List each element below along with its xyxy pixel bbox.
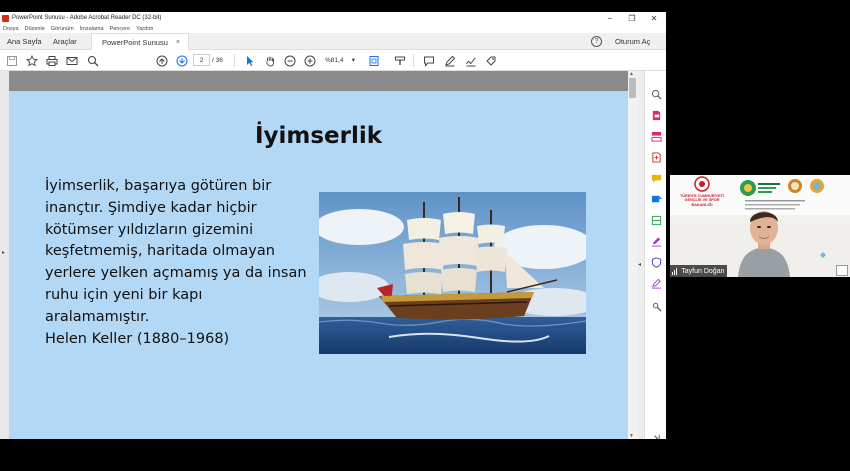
tab-home[interactable]: Ana Sayfa bbox=[7, 33, 42, 50]
body-line: inançtır. Şimdiye kadar hiçbir bbox=[45, 199, 257, 216]
video-options-icon[interactable] bbox=[836, 265, 848, 276]
expand-left-icon[interactable]: ▸ bbox=[2, 249, 5, 256]
signal-strength-icon bbox=[672, 267, 678, 275]
title-bar: PowerPoint Sunusu - Adobe Acrobat Reader… bbox=[0, 12, 666, 24]
maximize-button[interactable]: ❐ bbox=[622, 12, 642, 24]
previous-page-icon[interactable] bbox=[154, 53, 169, 68]
scan-ocr-icon[interactable] bbox=[650, 214, 662, 226]
tab-document[interactable]: PowerPoint Sunusu × bbox=[91, 33, 189, 50]
export-pdf-icon[interactable] bbox=[650, 109, 662, 121]
vertical-scrollbar[interactable]: ▲ ▼ bbox=[628, 71, 637, 439]
participant-video-tile[interactable]: TÜRKİYE CUMHURİYETİ GENÇLİK VE SPOR BAKA… bbox=[670, 175, 850, 277]
menu-help[interactable]: Yardım bbox=[136, 26, 153, 32]
toolbar-divider bbox=[413, 54, 414, 67]
share-tool-icon[interactable] bbox=[650, 193, 662, 205]
scrollbar-thumb[interactable] bbox=[629, 78, 636, 98]
participant-name: Tayfun Doğan bbox=[681, 267, 725, 275]
minimize-button[interactable]: − bbox=[600, 12, 620, 24]
screen: PowerPoint Sunusu - Adobe Acrobat Reader… bbox=[0, 0, 850, 471]
search-icon[interactable] bbox=[85, 53, 100, 68]
document-view[interactable]: ▸ İyimserlik İyimserlik, başarıya götüre… bbox=[0, 71, 644, 439]
window-title: PowerPoint Sunusu - Adobe Acrobat Reader… bbox=[12, 15, 162, 21]
body-line: kötümser yıldızların gizemini bbox=[45, 221, 254, 238]
stamp-tool-icon[interactable] bbox=[650, 277, 662, 289]
total-pages-label: / 36 bbox=[212, 56, 223, 64]
save-icon[interactable] bbox=[4, 53, 19, 68]
tools-pane bbox=[644, 71, 666, 439]
right-panel-collapse[interactable]: ◂ bbox=[637, 71, 644, 439]
sailing-ship-image bbox=[319, 192, 586, 354]
zoom-level-select[interactable]: %81,4 ▾ bbox=[322, 54, 358, 66]
slide-page: İyimserlik İyimserlik, başarıya götüren … bbox=[9, 91, 628, 439]
comment-tool-icon[interactable] bbox=[650, 172, 662, 184]
page-fit-icon[interactable] bbox=[366, 53, 381, 68]
select-cursor-icon[interactable] bbox=[242, 53, 257, 68]
tab-document-label: PowerPoint Sunusu bbox=[102, 37, 168, 47]
print-icon[interactable] bbox=[44, 53, 59, 68]
protect-shield-icon[interactable] bbox=[650, 256, 662, 268]
menu-sign[interactable]: İmzalama bbox=[80, 26, 104, 32]
collapse-right-icon[interactable]: ◂ bbox=[638, 261, 641, 268]
current-page-input[interactable]: 2 bbox=[193, 54, 210, 66]
zoom-out-icon[interactable] bbox=[282, 53, 297, 68]
next-page-icon[interactable] bbox=[174, 53, 189, 68]
fill-sign-icon[interactable] bbox=[483, 53, 498, 68]
acrobat-app-icon bbox=[2, 14, 9, 22]
tab-close-icon[interactable]: × bbox=[176, 39, 180, 46]
email-icon[interactable] bbox=[64, 53, 79, 68]
pane-collapse-icon[interactable] bbox=[650, 432, 662, 439]
body-line: aralamamıştır. bbox=[45, 308, 150, 325]
organize-pages-icon[interactable] bbox=[650, 130, 662, 142]
menu-window[interactable]: Pencere bbox=[110, 26, 131, 32]
menu-file[interactable]: Dosya bbox=[3, 26, 19, 32]
more-tools-icon[interactable] bbox=[650, 300, 662, 312]
search-tool-icon[interactable] bbox=[650, 88, 662, 100]
bookmark-star-icon[interactable] bbox=[24, 53, 39, 68]
body-line: keşfetmemiş, haritada olmayan bbox=[45, 243, 275, 260]
close-window-button[interactable]: ✕ bbox=[644, 12, 664, 24]
participant-name-bar: Tayfun Doğan bbox=[670, 265, 728, 277]
tab-tools[interactable]: Araçlar bbox=[53, 33, 77, 50]
body-line: İyimserlik, başarıya götüren bir bbox=[45, 178, 272, 194]
slide-title: İyimserlik bbox=[254, 123, 383, 149]
menu-view[interactable]: Görünüm bbox=[51, 26, 74, 32]
zoom-in-icon[interactable] bbox=[302, 53, 317, 68]
help-icon[interactable]: ? bbox=[591, 36, 602, 47]
menu-bar: Dosya Düzenle Görünüm İmzalama Pencere Y… bbox=[0, 24, 666, 33]
sign-in-link[interactable]: Oturum Aç bbox=[615, 33, 650, 50]
sign-icon[interactable] bbox=[463, 53, 478, 68]
acrobat-window: PowerPoint Sunusu - Adobe Acrobat Reader… bbox=[0, 12, 666, 439]
zoom-level-value: %81,4 bbox=[325, 56, 344, 64]
comment-icon[interactable] bbox=[421, 53, 436, 68]
chevron-down-icon: ▾ bbox=[351, 57, 355, 64]
fill-and-sign-icon[interactable] bbox=[650, 235, 662, 247]
body-line: ruhu için yeni bir kapı bbox=[45, 286, 203, 303]
left-panel-collapse[interactable]: ▸ bbox=[0, 71, 9, 439]
participant-avatar bbox=[670, 211, 850, 277]
redact-stamp-icon[interactable] bbox=[392, 53, 407, 68]
toolbar-divider bbox=[234, 54, 235, 67]
slide-body: İyimserlik, başarıya götüren bir inançtı… bbox=[45, 176, 320, 350]
menu-edit[interactable]: Düzenle bbox=[25, 26, 45, 32]
body-line: yerlere yelken açmamış ya da insan bbox=[45, 265, 307, 282]
scroll-down-icon[interactable]: ▼ bbox=[629, 433, 634, 439]
create-pdf-icon[interactable] bbox=[650, 151, 662, 163]
scroll-up-icon[interactable]: ▲ bbox=[629, 71, 634, 77]
main-toolbar: 2 / 36 %81,4 ▾ bbox=[0, 50, 666, 71]
highlight-pen-icon[interactable] bbox=[442, 53, 457, 68]
tab-bar: Ana Sayfa Araçlar PowerPoint Sunusu × ? … bbox=[0, 33, 666, 50]
hand-tool-icon[interactable] bbox=[262, 53, 277, 68]
body-line: Helen Keller (1880–1968) bbox=[45, 330, 230, 347]
